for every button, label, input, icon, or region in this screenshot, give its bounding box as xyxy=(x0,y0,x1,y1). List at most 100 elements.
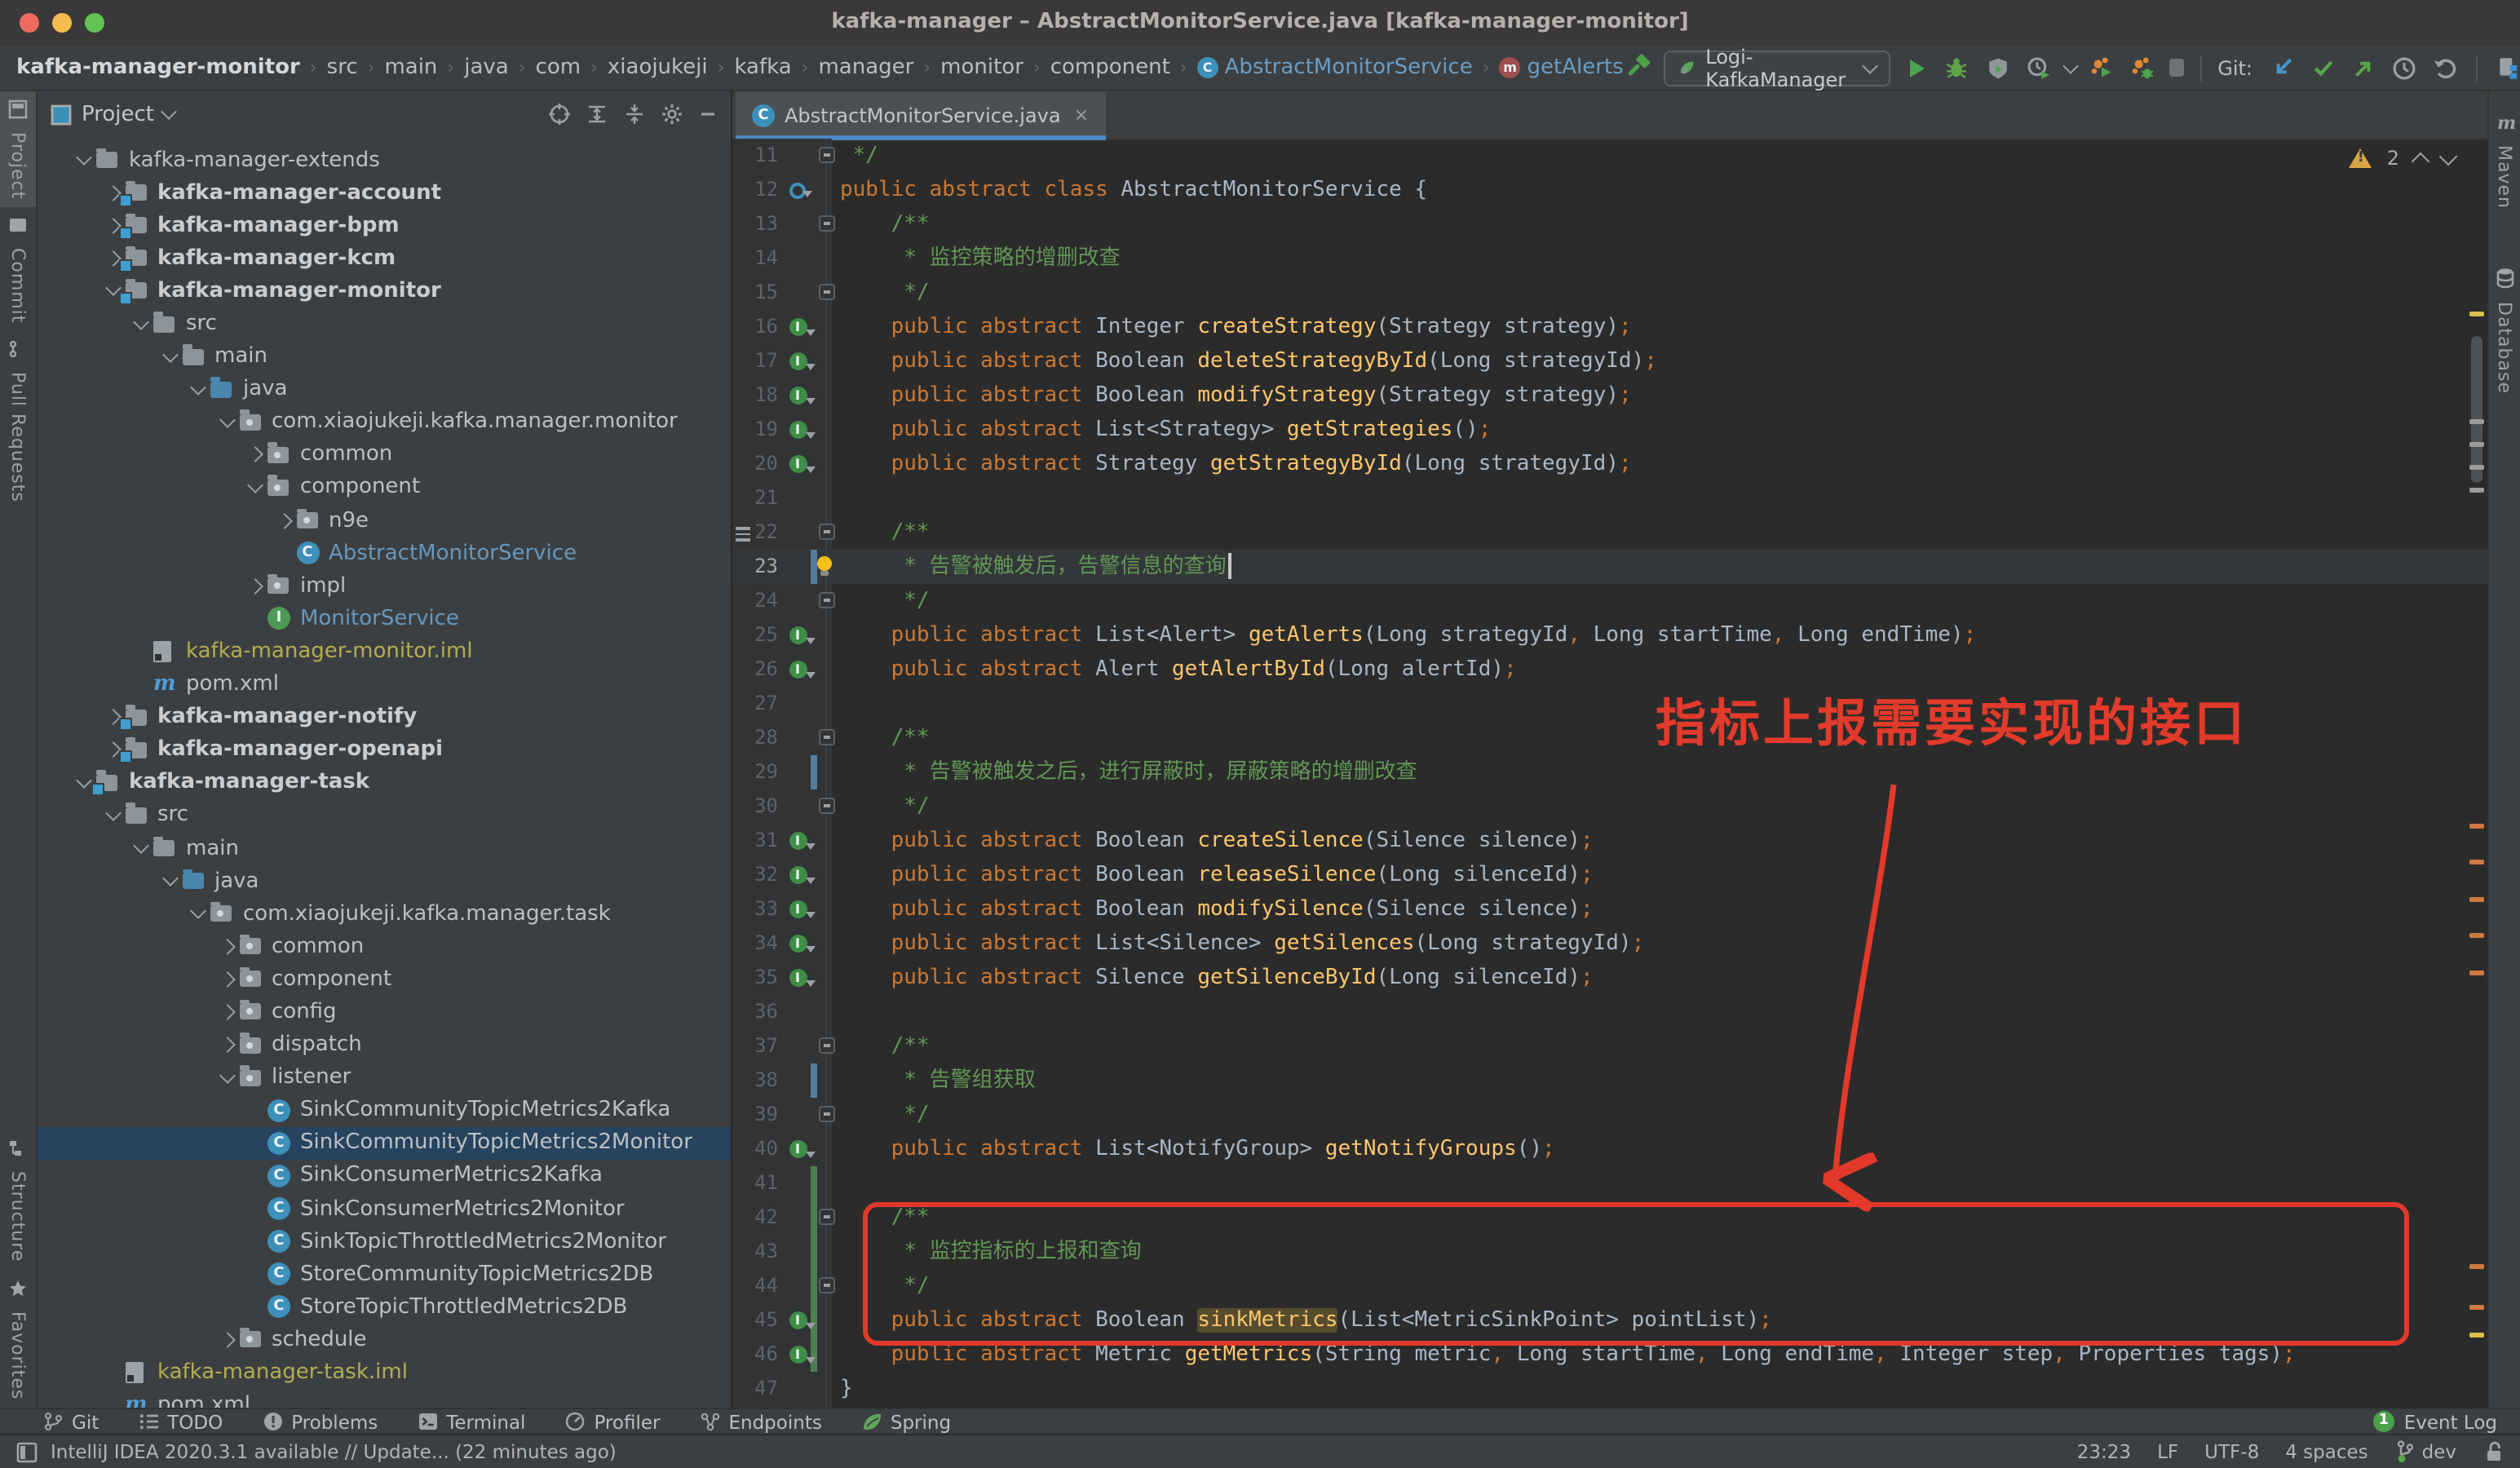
stripe-mark[interactable] xyxy=(2469,1264,2484,1269)
code-line[interactable]: 34 public abstract List<Silence> getSile… xyxy=(732,926,2487,961)
tree-item[interactable]: kafka-manager-bpm xyxy=(38,209,731,241)
sidebar-tab-structure[interactable]: Structure xyxy=(0,1130,36,1270)
code-line[interactable]: 37 /** xyxy=(732,1029,2487,1063)
tree-item[interactable]: kafka-manager-account xyxy=(38,176,731,209)
diff-viewer-icon[interactable] xyxy=(2494,53,2520,82)
breadcrumb-item[interactable]: src› xyxy=(327,55,385,80)
tree-item[interactable]: component xyxy=(38,963,731,996)
tree-item[interactable]: SinkConsumerMetrics2Kafka xyxy=(38,1160,731,1192)
code-text[interactable]: public abstract Strategy getStrategyById… xyxy=(837,447,2487,481)
breadcrumb-item[interactable]: xiaojukeji› xyxy=(608,55,735,80)
previous-warning-icon[interactable] xyxy=(2412,152,2430,170)
code-line[interactable]: 22 /** xyxy=(732,515,2487,550)
tree-item[interactable]: kafka-manager-notify xyxy=(38,701,731,733)
tree-item[interactable]: StoreCommunityTopicMetrics2DB xyxy=(38,1258,731,1290)
fold-end-icon[interactable] xyxy=(819,592,835,608)
tree-item[interactable]: src xyxy=(38,799,731,832)
tree-item[interactable]: listener xyxy=(38,1061,731,1094)
implemented-gutter-icon[interactable] xyxy=(785,900,811,918)
code-text[interactable]: public abstract Boolean releaseSilence(L… xyxy=(837,858,2487,892)
event-log-button[interactable]: 1Event Log xyxy=(2373,1410,2497,1433)
tree-item[interactable]: dispatch xyxy=(38,1028,731,1061)
tree-item[interactable]: kafka-manager-kcm xyxy=(38,242,731,275)
code-line[interactable]: 14 * 监控策略的增删改查 xyxy=(732,241,2487,276)
fold-start-icon[interactable] xyxy=(819,729,835,745)
tree-item[interactable]: n9e xyxy=(38,504,731,537)
line-ending[interactable]: LF xyxy=(2157,1440,2178,1463)
project-panel-title[interactable]: Project xyxy=(82,102,154,126)
tree-item[interactable]: java xyxy=(38,373,731,405)
code-line[interactable]: 29 * 告警被触发之后，进行屏蔽时，屏蔽策略的增删改查 xyxy=(732,755,2487,789)
git-branch-widget[interactable]: dev xyxy=(2394,1440,2456,1463)
implemented-gutter-icon[interactable] xyxy=(785,661,811,679)
caret-position[interactable]: 23:23 xyxy=(2077,1440,2131,1463)
tree-item[interactable]: kafka-manager-openapi xyxy=(38,733,731,766)
tree-chevron-icon[interactable] xyxy=(214,1334,239,1346)
fold-end-icon[interactable] xyxy=(819,147,835,163)
tree-item[interactable]: schedule xyxy=(38,1324,731,1356)
tree-item[interactable]: SinkCommunityTopicMetrics2Kafka xyxy=(38,1094,731,1126)
code-line[interactable]: 15 */ xyxy=(732,276,2487,310)
stripe-warning-mark[interactable] xyxy=(2469,312,2484,316)
tree-item[interactable]: kafka-manager-monitor.iml xyxy=(38,635,731,668)
tree-item[interactable]: SinkConsumerMetrics2Monitor xyxy=(38,1192,731,1225)
code-text[interactable]: */ xyxy=(837,789,2487,824)
code-text[interactable]: public abstract Boolean modifyStrategy(S… xyxy=(837,378,2487,413)
tool-window-button-endpoints[interactable]: Endpoints xyxy=(699,1410,821,1433)
tree-item[interactable]: component xyxy=(38,471,731,504)
tree-chevron-icon[interactable] xyxy=(214,974,239,985)
implemented-gutter-icon[interactable] xyxy=(785,866,811,884)
code-line[interactable]: 16 public abstract Integer createStrateg… xyxy=(732,310,2487,344)
code-line[interactable]: 41 xyxy=(732,1166,2487,1200)
breadcrumb-item[interactable]: kafka› xyxy=(734,55,818,80)
status-message[interactable]: IntelliJ IDEA 2020.3.1 available // Upda… xyxy=(51,1440,617,1463)
code-text[interactable]: /** xyxy=(837,515,2487,550)
debug-button[interactable] xyxy=(1943,53,1972,82)
tree-chevron-icon[interactable] xyxy=(243,449,267,461)
sidebar-tab-database[interactable]: Database xyxy=(2489,259,2520,402)
code-line[interactable]: 17 public abstract Boolean deleteStrateg… xyxy=(732,344,2487,378)
implemented-gutter-icon[interactable] xyxy=(785,387,811,405)
tree-chevron-icon[interactable] xyxy=(243,484,267,491)
tree-item[interactable]: kafka-manager-task xyxy=(38,767,731,799)
code-text[interactable]: public abstract class AbstractMonitorSer… xyxy=(837,173,2487,207)
code-line[interactable]: 30 */ xyxy=(732,789,2487,824)
intention-bulb-icon[interactable] xyxy=(817,556,832,571)
fold-start-icon[interactable] xyxy=(819,215,835,232)
tree-chevron-icon[interactable] xyxy=(100,812,125,819)
breadcrumb-item[interactable]: kafka-manager-monitor› xyxy=(16,55,327,80)
rollback-icon[interactable] xyxy=(2430,53,2460,82)
code-text[interactable]: */ xyxy=(837,584,2487,618)
breadcrumb-item[interactable]: monitor› xyxy=(940,55,1050,80)
chevron-down-icon[interactable] xyxy=(2062,57,2079,73)
tree-item[interactable]: com.xiaojukeji.kafka.manager.task xyxy=(38,897,731,930)
stripe-warning-mark[interactable] xyxy=(2469,1333,2484,1338)
implemented-gutter-icon[interactable] xyxy=(785,626,811,644)
code-text[interactable]: */ xyxy=(837,139,2487,173)
tree-item[interactable]: SinkCommunityTopicMetrics2Monitor xyxy=(38,1127,731,1160)
editor-scrollbar[interactable] xyxy=(2471,336,2482,483)
code-text[interactable]: public abstract Boolean deleteStrategyBy… xyxy=(837,344,2487,378)
sidebar-tab-maven[interactable]: mMaven xyxy=(2489,104,2520,217)
fold-end-icon[interactable] xyxy=(819,1106,835,1122)
tree-chevron-icon[interactable] xyxy=(129,845,153,851)
code-line[interactable]: 47} xyxy=(732,1372,2487,1406)
code-text[interactable]: /** xyxy=(837,1029,2487,1063)
tree-item[interactable]: common xyxy=(38,439,731,471)
tree-item[interactable]: main xyxy=(38,340,731,373)
code-text[interactable]: /** xyxy=(837,207,2487,241)
editor-body[interactable]: 11 */12public abstract class AbstractMon… xyxy=(732,139,2487,1408)
stripe-mark[interactable] xyxy=(2469,465,2484,470)
code-line[interactable]: 25 public abstract List<Alert> getAlerts… xyxy=(732,618,2487,652)
tree-item[interactable]: src xyxy=(38,307,731,340)
tree-chevron-icon[interactable] xyxy=(214,419,239,426)
tree-chevron-icon[interactable] xyxy=(186,910,210,917)
code-text[interactable]: * 告警组获取 xyxy=(837,1063,2487,1098)
profiler-attach-debug-icon[interactable] xyxy=(2129,53,2158,82)
editor-tab[interactable]: AbstractMonitorService.java × xyxy=(736,91,1105,139)
tool-window-button-terminal[interactable]: Terminal xyxy=(417,1410,525,1433)
tree-item[interactable]: kafka-manager-task.iml xyxy=(38,1356,731,1389)
tool-window-switcher-icon[interactable] xyxy=(16,1441,38,1462)
code-text[interactable]: */ xyxy=(837,276,2487,310)
fold-end-icon[interactable] xyxy=(819,798,835,814)
